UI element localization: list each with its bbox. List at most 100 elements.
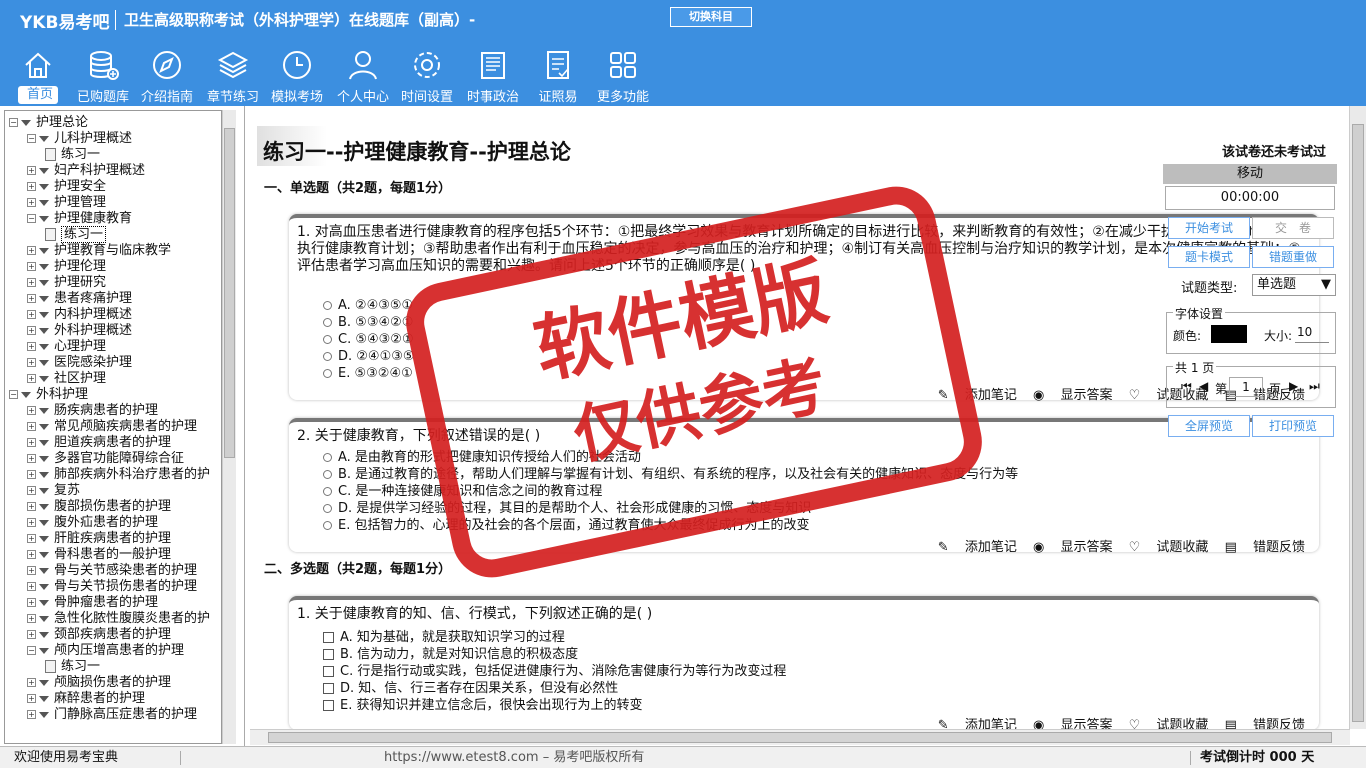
expand-icon[interactable]: + bbox=[27, 422, 36, 431]
submit-paper-button[interactable]: 交 卷 bbox=[1252, 217, 1334, 239]
expand-icon[interactable]: + bbox=[27, 310, 36, 319]
font-color-swatch[interactable] bbox=[1211, 325, 1247, 343]
option-c[interactable]: C. ⑤④③②① bbox=[323, 332, 414, 347]
tree-node[interactable]: + 常见颅脑疾病患者的护理 bbox=[27, 419, 197, 435]
tree-node[interactable]: − 儿科护理概述 bbox=[27, 131, 132, 147]
show-answer-button[interactable]: ◉ 显示答案 bbox=[1033, 388, 1113, 403]
option-a[interactable]: A. ②④③⑤① bbox=[323, 298, 413, 313]
print-preview-button[interactable]: 打印预览 bbox=[1252, 415, 1334, 437]
expand-icon[interactable]: + bbox=[27, 678, 36, 687]
nav-purchased[interactable]: 已购题库 bbox=[74, 48, 132, 105]
tree-node[interactable]: + 肠疾病患者的护理 bbox=[27, 403, 158, 419]
tree-node[interactable]: + 肝脏疾病患者的护理 bbox=[27, 531, 171, 547]
nav-more[interactable]: 更多功能 bbox=[594, 48, 652, 105]
first-page-icon[interactable]: ⏮ bbox=[1181, 379, 1192, 394]
expand-icon[interactable]: + bbox=[27, 182, 36, 191]
font-size-input[interactable]: 10 bbox=[1295, 325, 1329, 343]
tree-node[interactable]: + 妇产科护理概述 bbox=[27, 163, 145, 179]
tree-node[interactable]: + 复苏 bbox=[27, 483, 80, 499]
tree-leaf[interactable]: 练习一 bbox=[45, 659, 100, 675]
expand-icon[interactable]: + bbox=[27, 614, 36, 623]
card-mode-button[interactable]: 题卡模式 bbox=[1168, 246, 1250, 268]
expand-icon[interactable]: + bbox=[27, 566, 36, 575]
tree-node[interactable]: + 颈部疾病患者的护理 bbox=[27, 627, 171, 643]
option-d[interactable]: D. ②④①③⑤ bbox=[323, 349, 415, 364]
nav-mock-exam[interactable]: 模拟考场 bbox=[268, 48, 326, 105]
nav-guide[interactable]: 介绍指南 bbox=[138, 48, 196, 105]
nav-current-affairs[interactable]: 时事政治 bbox=[464, 48, 522, 105]
checkbox[interactable] bbox=[323, 649, 334, 660]
horizontal-scrollbar[interactable] bbox=[250, 729, 1350, 745]
tree-node[interactable]: + 腹外疝患者的护理 bbox=[27, 515, 158, 531]
expand-icon[interactable]: + bbox=[27, 502, 36, 511]
paper-scroll-thumb[interactable] bbox=[1352, 124, 1364, 722]
tree-node[interactable]: + 骨与关节感染患者的护理 bbox=[27, 563, 197, 579]
expand-icon[interactable]: + bbox=[27, 550, 36, 559]
radio-button[interactable] bbox=[323, 352, 332, 361]
expand-icon[interactable]: + bbox=[27, 374, 36, 383]
option-e[interactable]: E. 获得知识并建立信念后，很快会出现行为上的转变 bbox=[323, 694, 642, 713]
collapse-icon[interactable]: − bbox=[9, 390, 18, 399]
tree-node[interactable]: − 颅内压增高患者的护理 bbox=[27, 643, 184, 659]
paper-scrollbar[interactable] bbox=[1349, 106, 1366, 729]
expand-icon[interactable]: + bbox=[27, 582, 36, 591]
expand-icon[interactable]: + bbox=[27, 198, 36, 207]
expand-icon[interactable]: + bbox=[27, 598, 36, 607]
expand-icon[interactable]: + bbox=[27, 342, 36, 351]
tree-node[interactable]: + 心理护理 bbox=[27, 339, 106, 355]
expand-icon[interactable]: + bbox=[27, 406, 36, 415]
expand-icon[interactable]: + bbox=[27, 534, 36, 543]
nav-home[interactable]: 首页 bbox=[18, 48, 58, 104]
tree-node[interactable]: + 骨科患者的一般护理 bbox=[27, 547, 171, 563]
tree-leaf[interactable]: 练习一 bbox=[45, 226, 107, 243]
expand-icon[interactable]: + bbox=[27, 326, 36, 335]
expand-icon[interactable]: + bbox=[27, 486, 36, 495]
collapse-icon[interactable]: − bbox=[27, 214, 36, 223]
tree-node[interactable]: + 医院感染护理 bbox=[27, 355, 132, 371]
expand-icon[interactable]: + bbox=[27, 294, 36, 303]
tree-node[interactable]: + 护理研究 bbox=[27, 275, 106, 291]
last-page-icon[interactable]: ⏭ bbox=[1309, 379, 1320, 394]
next-page-icon[interactable]: ▶ bbox=[1289, 379, 1298, 393]
horizontal-scroll-thumb[interactable] bbox=[268, 732, 1332, 743]
tree-scroll-thumb[interactable] bbox=[224, 128, 235, 458]
expand-icon[interactable]: + bbox=[27, 454, 36, 463]
fullscreen-preview-button[interactable]: 全屏预览 bbox=[1168, 415, 1250, 437]
question-type-select[interactable]: 单选题 ▼ bbox=[1252, 274, 1336, 296]
add-note-button[interactable]: ✎ 添加笔记 bbox=[938, 540, 1017, 555]
radio-button[interactable] bbox=[323, 335, 332, 344]
option-e[interactable]: E. ⑤③②④① bbox=[323, 366, 413, 381]
tree-node[interactable]: + 内科护理概述 bbox=[27, 307, 132, 323]
checkbox[interactable] bbox=[323, 632, 334, 643]
chapter-tree[interactable]: − 护理总论 − 儿科护理概述 练习一 + 妇产科护理概述 + 护理安全 + 护理管理 − 护理健康教育… bbox=[4, 110, 222, 744]
tree-node[interactable]: − 护理总论 bbox=[9, 115, 88, 131]
tree-node[interactable]: − 护理健康教育 bbox=[27, 211, 132, 227]
switch-subject-button[interactable]: 切换科目 bbox=[670, 7, 752, 27]
expand-icon[interactable]: + bbox=[27, 694, 36, 703]
tree-node[interactable]: + 患者疼痛护理 bbox=[27, 291, 132, 307]
prev-page-icon[interactable]: ◀ bbox=[1199, 379, 1208, 393]
nav-certificate[interactable]: 证照易 bbox=[534, 48, 582, 105]
tree-node[interactable]: + 护理教育与临床教学 bbox=[27, 243, 171, 259]
checkbox[interactable] bbox=[323, 683, 334, 694]
expand-icon[interactable]: + bbox=[27, 438, 36, 447]
expand-icon[interactable]: + bbox=[27, 358, 36, 367]
report-error-button[interactable]: ▤ 错题反馈 bbox=[1225, 540, 1305, 555]
expand-icon[interactable]: + bbox=[27, 518, 36, 527]
radio-button[interactable] bbox=[323, 369, 332, 378]
tree-node[interactable]: + 护理伦理 bbox=[27, 259, 106, 275]
expand-icon[interactable]: + bbox=[27, 710, 36, 719]
expand-icon[interactable]: + bbox=[27, 246, 36, 255]
nav-time-settings[interactable]: 时间设置 bbox=[398, 48, 456, 105]
tree-node[interactable]: + 护理安全 bbox=[27, 179, 106, 195]
start-exam-button[interactable]: 开始考试 bbox=[1168, 217, 1250, 239]
collapse-icon[interactable]: − bbox=[27, 646, 36, 655]
tree-node[interactable]: + 麻醉患者的护理 bbox=[27, 691, 145, 707]
tree-node[interactable]: + 门静脉高压症患者的护理 bbox=[27, 707, 197, 723]
page-number-input[interactable]: 1 bbox=[1229, 377, 1263, 397]
expand-icon[interactable]: + bbox=[27, 262, 36, 271]
expand-icon[interactable]: + bbox=[27, 278, 36, 287]
tree-node[interactable]: + 急性化脓性腹膜炎患者的护 bbox=[27, 611, 210, 627]
checkbox[interactable] bbox=[323, 666, 334, 677]
tree-node[interactable]: + 骨与关节损伤患者的护理 bbox=[27, 579, 197, 595]
